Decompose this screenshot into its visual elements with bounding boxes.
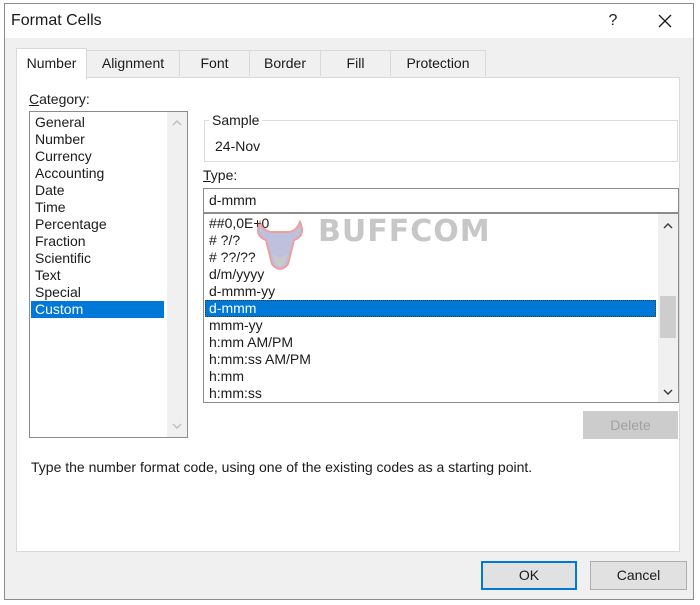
tab-font[interactable]: Font <box>179 50 250 76</box>
type-scroll-thumb[interactable] <box>660 296 676 338</box>
category-scrollbar[interactable] <box>167 112 187 437</box>
dialog-title: Format Cells <box>11 12 102 29</box>
help-button[interactable]: ? <box>601 10 625 32</box>
type-label-text: ype: <box>210 167 238 183</box>
title-bar: Format Cells ? <box>5 4 693 38</box>
sample-group <box>204 120 678 162</box>
category-item-text[interactable]: Text <box>31 267 164 284</box>
close-icon <box>658 14 672 28</box>
type-item[interactable]: h:mm:ss <box>205 385 656 402</box>
sample-legend: Sample <box>209 112 263 128</box>
type-item[interactable]: ##0,0E+0 <box>205 215 656 232</box>
category-label-accel: C <box>29 91 40 107</box>
sample-value: 24-Nov <box>215 138 261 154</box>
tab-fill[interactable]: Fill <box>320 50 391 76</box>
type-item[interactable]: d-mmm-yy <box>205 283 656 300</box>
hint-text: Type the number format code, using one o… <box>31 459 533 475</box>
type-item[interactable]: h:mm AM/PM <box>205 334 656 351</box>
category-item-general[interactable]: General <box>31 114 164 131</box>
tab-border[interactable]: Border <box>249 50 321 76</box>
tab-protection[interactable]: Protection <box>390 50 486 76</box>
category-item-number[interactable]: Number <box>31 131 164 148</box>
category-item-fraction[interactable]: Fraction <box>31 233 164 250</box>
type-item[interactable]: # ?/? <box>205 232 656 249</box>
category-label-text: ategory: <box>39 91 90 107</box>
category-item-time[interactable]: Time <box>31 199 164 216</box>
type-item[interactable]: mmm-yy <box>205 317 656 334</box>
category-item-percentage[interactable]: Percentage <box>31 216 164 233</box>
category-item-date[interactable]: Date <box>31 182 164 199</box>
delete-button[interactable]: Delete <box>583 411 678 439</box>
category-item-special[interactable]: Special <box>31 284 164 301</box>
category-item-accounting[interactable]: Accounting <box>31 165 164 182</box>
type-scroll-down[interactable] <box>658 383 678 401</box>
category-scroll-down[interactable] <box>167 417 187 435</box>
type-item[interactable]: # ??/?? <box>205 249 656 266</box>
chevron-down-icon <box>172 423 182 430</box>
ok-button[interactable]: OK <box>481 561 577 590</box>
format-cells-dialog: Format Cells ? Number Alignment Font Bor… <box>4 3 694 600</box>
type-item[interactable]: h:mm:ss AM/PM <box>205 351 656 368</box>
type-label: Type: <box>203 167 237 183</box>
close-button[interactable] <box>651 8 679 34</box>
type-item[interactable]: d/m/yyyy <box>205 266 656 283</box>
type-item[interactable]: h:mm <box>205 368 656 385</box>
category-label: Category: <box>29 91 90 107</box>
cancel-button[interactable]: Cancel <box>590 561 687 590</box>
category-item-custom[interactable]: Custom <box>31 301 164 318</box>
category-scroll-up[interactable] <box>167 114 187 132</box>
type-input[interactable]: d-mmm <box>203 188 679 213</box>
category-item-currency[interactable]: Currency <box>31 148 164 165</box>
type-scrollbar[interactable] <box>658 214 678 402</box>
type-scroll-up[interactable] <box>658 217 678 235</box>
type-listbox[interactable]: ##0,0E+0 # ?/? # ??/?? d/m/yyyy d-mmm-yy… <box>203 213 679 403</box>
number-tab-panel: Category: General Number Currency Accoun… <box>16 77 680 552</box>
type-item-selected[interactable]: d-mmm <box>205 300 656 317</box>
category-listbox[interactable]: General Number Currency Accounting Date … <box>29 111 188 438</box>
tab-number[interactable]: Number <box>16 48 87 79</box>
chevron-down-icon <box>663 389 673 396</box>
type-label-accel: T <box>203 167 211 183</box>
tab-alignment[interactable]: Alignment <box>86 50 180 76</box>
chevron-up-icon <box>172 119 182 126</box>
chevron-up-icon <box>663 222 673 229</box>
category-item-scientific[interactable]: Scientific <box>31 250 164 267</box>
